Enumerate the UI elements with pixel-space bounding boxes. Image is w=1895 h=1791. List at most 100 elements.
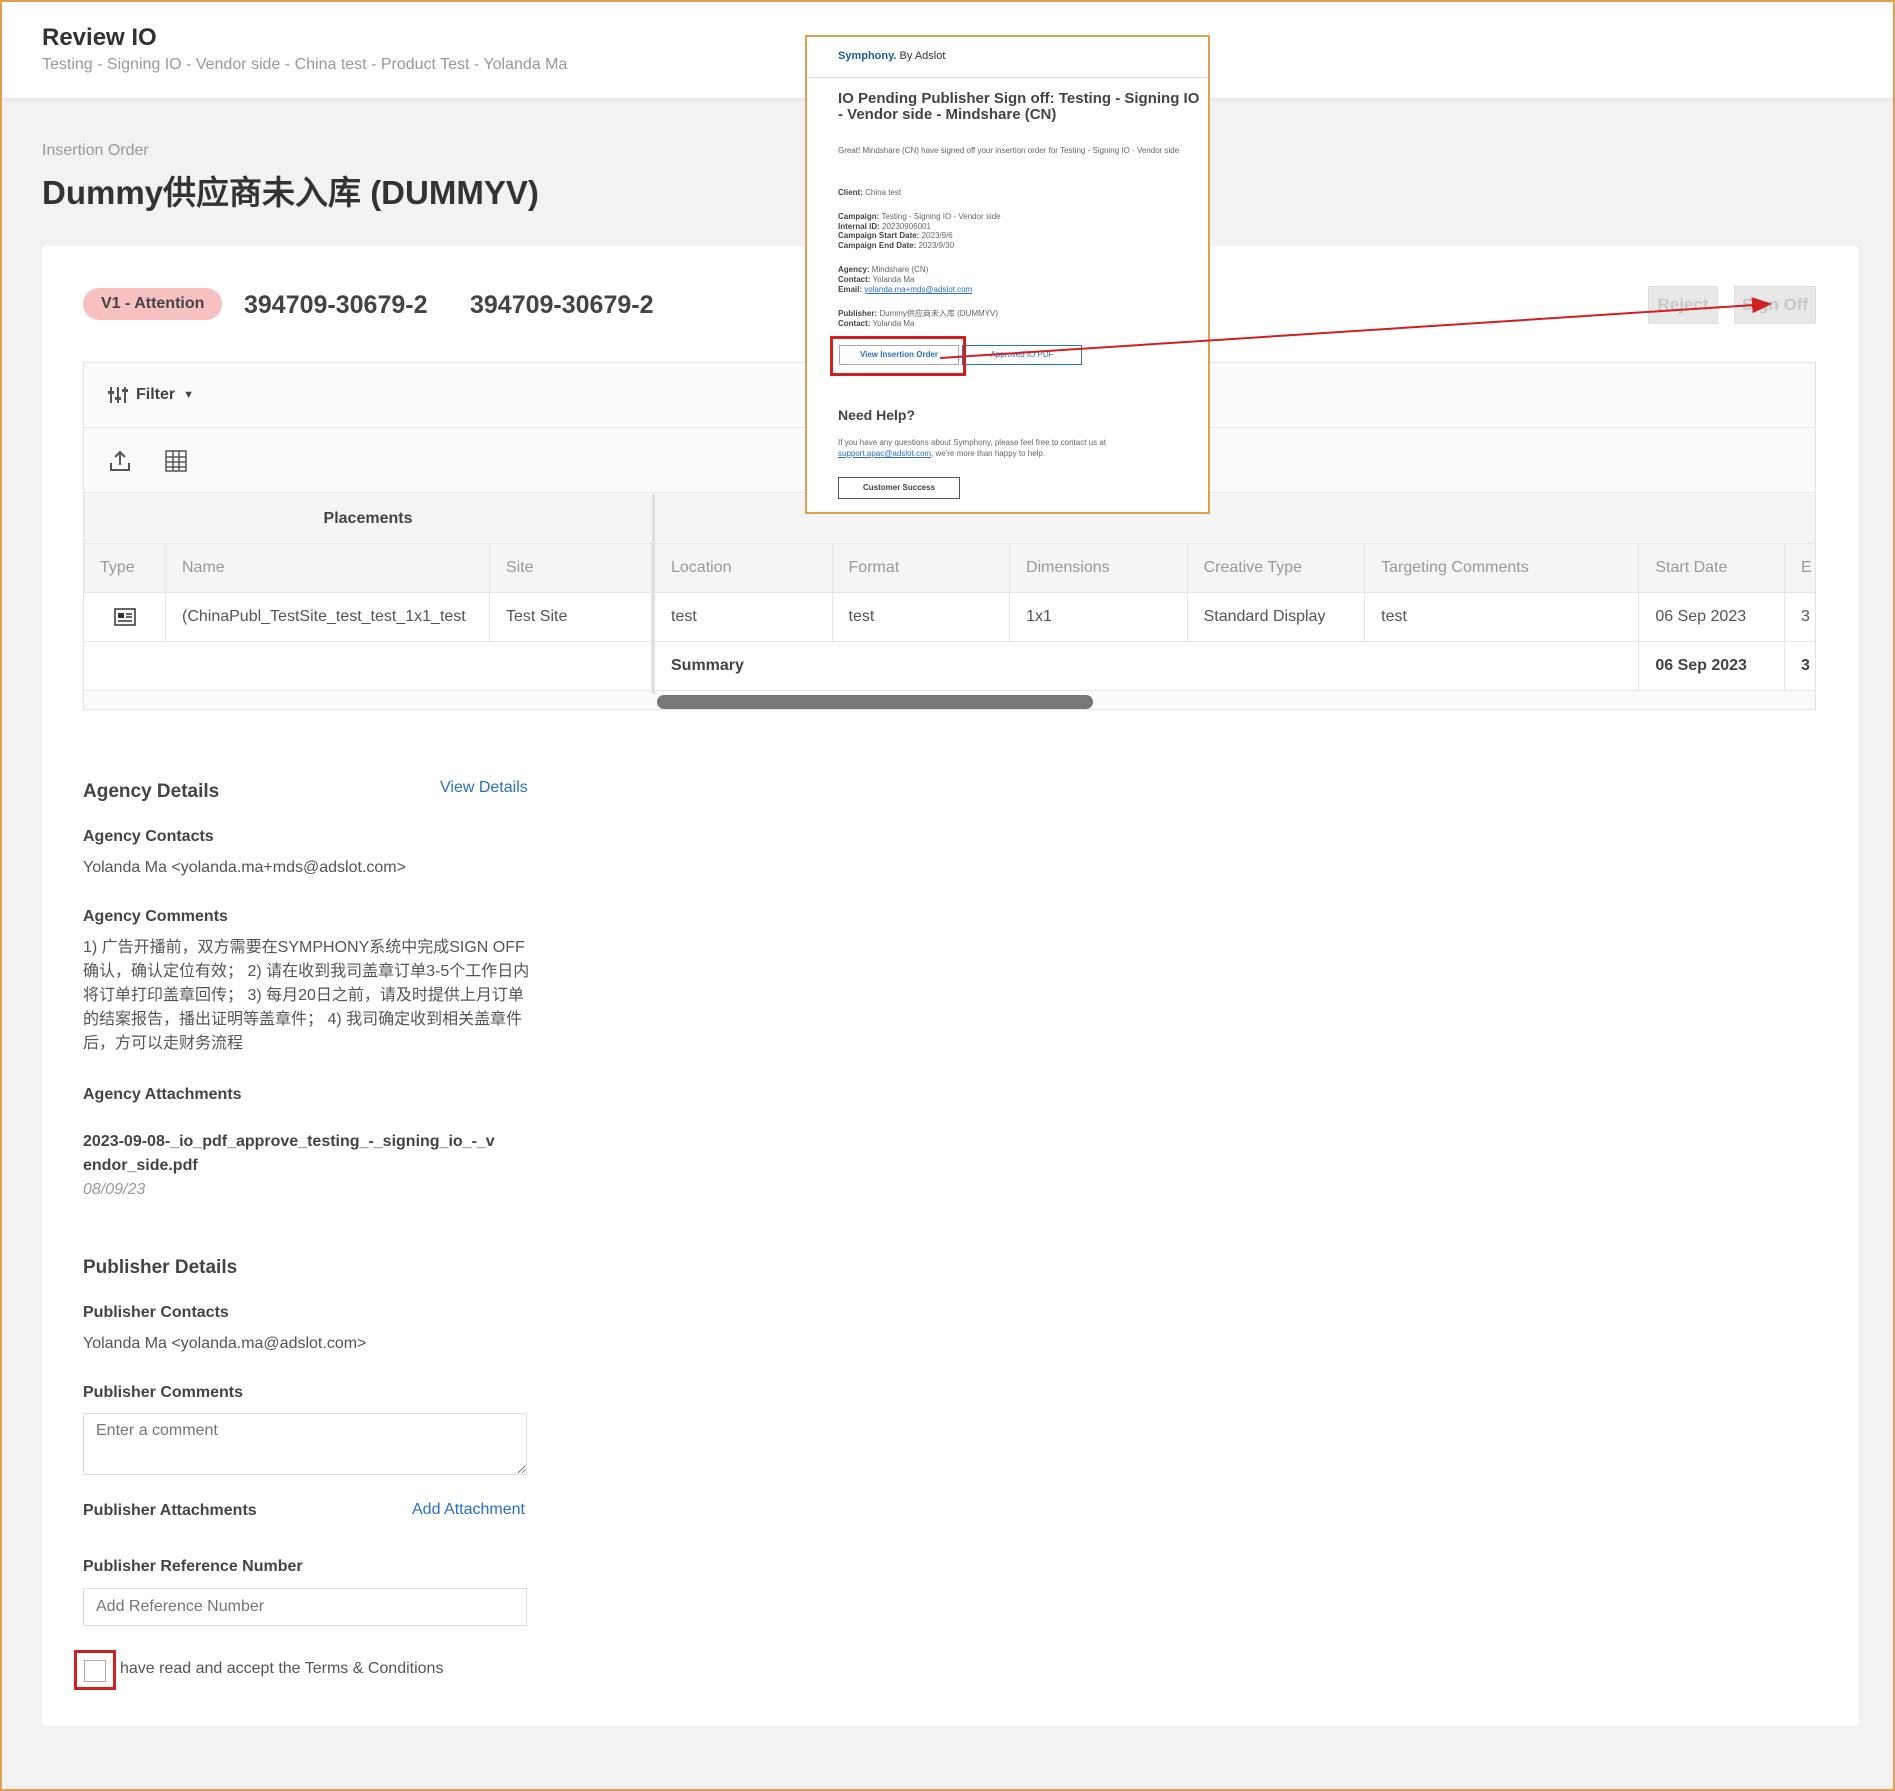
email-notification-overlay: Symphony. By Adslot IO Pending Publisher… bbox=[805, 35, 1210, 514]
filter-label: Filter bbox=[136, 386, 176, 403]
email-label: Email: bbox=[838, 285, 863, 294]
column-header-site[interactable]: Site bbox=[490, 544, 652, 592]
column-header-dimensions[interactable]: Dimensions bbox=[1010, 544, 1188, 592]
agency-comments-value: 1) 广告开播前，双方需要在SYMPHONY系统中完成SIGN OFF确认，确认… bbox=[83, 939, 530, 1052]
summary-row-left bbox=[84, 642, 652, 691]
export-upload-icon[interactable] bbox=[108, 449, 132, 473]
view-io-highlight bbox=[830, 336, 966, 376]
campaign-label: Campaign: bbox=[838, 212, 880, 221]
reject-button[interactable]: Reject bbox=[1648, 286, 1718, 324]
email-publisher-block: Publisher: Dummy供应商未入库 (DUMMYV) Contact:… bbox=[838, 309, 1203, 329]
end-date-value: 2023/9/30 bbox=[918, 241, 955, 250]
agency-attachment-date: 08/09/23 bbox=[83, 1181, 146, 1198]
table-header-row: Location Format Dimensions Creative Type… bbox=[655, 544, 1815, 593]
publisher-contacts-label: Publisher Contacts bbox=[83, 1304, 229, 1321]
logo-suffix: By Adslot bbox=[899, 50, 946, 62]
agency-attachment-file[interactable]: 2023-09-08-_io_pdf_approve_testing_-_sig… bbox=[83, 1130, 503, 1178]
add-attachment-link[interactable]: Add Attachment bbox=[412, 1501, 525, 1519]
agency-email-link[interactable]: yolanda.ma+mds@adslot.com bbox=[864, 285, 972, 294]
email-divider bbox=[807, 77, 1208, 78]
help-text-1: If you have any questions about Symphony… bbox=[838, 438, 1107, 447]
email-campaign-block: Campaign: Testing - Signing IO - Vendor … bbox=[838, 211, 1203, 251]
agency-attachments-label: Agency Attachments bbox=[83, 1086, 242, 1103]
placements-table-left: Placements Type Name Site (ChinaPubl_Tes… bbox=[84, 494, 652, 691]
page-title: Review IO bbox=[42, 24, 157, 51]
column-header-type[interactable]: Type bbox=[84, 544, 166, 592]
column-header-start-date[interactable]: Start Date bbox=[1639, 544, 1785, 592]
table-columns-icon[interactable] bbox=[164, 449, 188, 473]
publisher-comments-label: Publisher Comments bbox=[83, 1384, 244, 1401]
email-title: IO Pending Publisher Sign off: Testing -… bbox=[838, 90, 1200, 123]
column-header-location[interactable]: Location bbox=[655, 544, 833, 592]
column-header-targeting-comments[interactable]: Targeting Comments bbox=[1365, 544, 1640, 592]
summary-end-date: 3 bbox=[1785, 642, 1815, 690]
publisher-details-title: Publisher Details bbox=[83, 1257, 238, 1278]
agency-comments-label: Agency Comments bbox=[83, 908, 228, 925]
column-header-name[interactable]: Name bbox=[166, 544, 490, 592]
publisher-reference-label: Publisher Reference Number bbox=[83, 1558, 303, 1575]
agency-label: Agency: bbox=[838, 265, 870, 274]
targeting-comments-cell: test bbox=[1365, 593, 1640, 641]
status-badge: V1 - Attention bbox=[83, 288, 223, 320]
email-agency-block: Agency: Mindshare (CN) Contact: Yolanda … bbox=[838, 265, 1203, 295]
site-cell: Test Site bbox=[490, 593, 652, 641]
caret-down-icon: ▼ bbox=[183, 389, 195, 401]
table-row: test test 1x1 Standard Display test 06 S… bbox=[655, 593, 1815, 642]
contact-label: Contact: bbox=[838, 275, 871, 284]
table-row: (ChinaPubl_TestSite_test_test_1x1_test T… bbox=[84, 593, 652, 642]
publisher-comment-textarea[interactable] bbox=[83, 1413, 527, 1475]
column-header-creative-type[interactable]: Creative Type bbox=[1188, 544, 1366, 592]
internal-id-label: Internal ID: bbox=[838, 222, 880, 231]
publisher-value: Dummy供应商未入库 (DUMMYV) bbox=[879, 309, 999, 318]
help-text: If you have any questions about Symphony… bbox=[838, 437, 1203, 459]
help-text-2: , we're more than happy to help. bbox=[931, 449, 1046, 458]
customer-success-button[interactable]: Customer Success bbox=[838, 477, 960, 499]
approved-io-pdf-button[interactable]: Approved IO PDF bbox=[962, 345, 1082, 365]
agency-contacts-value: Yolanda Ma <yolanda.ma+mds@adslot.com> bbox=[83, 859, 406, 876]
client-value: China test bbox=[865, 188, 902, 197]
publisher-attachments-label: Publisher Attachments bbox=[83, 1502, 257, 1519]
location-cell: test bbox=[655, 593, 833, 641]
summary-row: Summary 06 Sep 2023 3 bbox=[655, 642, 1815, 691]
column-header-format[interactable]: Format bbox=[833, 544, 1011, 592]
creative-type-cell: Standard Display bbox=[1188, 593, 1366, 641]
horizontal-scrollbar[interactable] bbox=[657, 695, 1093, 709]
filter-button[interactable]: Filter ▼ bbox=[108, 385, 194, 405]
start-date-cell: 06 Sep 2023 bbox=[1639, 593, 1785, 641]
sign-off-button[interactable]: Sign Off bbox=[1734, 286, 1816, 324]
terms-checkbox[interactable] bbox=[84, 1660, 106, 1682]
view-details-link[interactable]: View Details bbox=[440, 779, 528, 797]
publisher-label: Publisher: bbox=[838, 309, 878, 318]
need-help-title: Need Help? bbox=[838, 407, 916, 423]
insertion-order-title: Dummy供应商未入库 (DUMMYV) bbox=[42, 174, 539, 211]
placements-table-right: Location Format Dimensions Creative Type… bbox=[655, 494, 1815, 691]
type-cell bbox=[84, 593, 166, 641]
end-date-label: Campaign End Date: bbox=[838, 241, 917, 250]
dimensions-cell: 1x1 bbox=[1010, 593, 1188, 641]
internal-id-value: 20230906001 bbox=[882, 222, 931, 231]
symphony-logo: Symphony. By Adslot bbox=[838, 50, 945, 62]
summary-empty-cell bbox=[84, 642, 652, 690]
publisher-contact-label: Contact: bbox=[838, 319, 871, 328]
agency-details-title: Agency Details bbox=[83, 781, 220, 802]
summary-label: Summary bbox=[655, 642, 1640, 690]
campaign-value: Testing - Signing IO - Vendor side bbox=[881, 212, 1001, 221]
format-cell: test bbox=[833, 593, 1011, 641]
filter-sliders-icon bbox=[108, 387, 128, 403]
logo-brand: Symphony. bbox=[838, 50, 897, 62]
client-label: Client: bbox=[838, 188, 863, 197]
support-email-link[interactable]: support.apac@adslot.com bbox=[838, 449, 931, 458]
column-header-end-date[interactable]: E bbox=[1785, 544, 1815, 592]
io-number-secondary: 394709-30679-2 bbox=[470, 291, 654, 319]
email-client-line: Client: China test bbox=[838, 187, 1203, 198]
io-number: 394709-30679-2 bbox=[244, 291, 428, 319]
start-date-value: 2023/9/6 bbox=[921, 231, 953, 240]
publisher-reference-input[interactable] bbox=[83, 1588, 527, 1626]
agency-contacts-label: Agency Contacts bbox=[83, 828, 214, 845]
insertion-order-label: Insertion Order bbox=[42, 142, 149, 159]
publisher-contacts-value: Yolanda Ma <yolanda.ma@adslot.com> bbox=[83, 1335, 367, 1352]
page-subtitle: Testing - Signing IO - Vendor side - Chi… bbox=[42, 56, 568, 73]
email-intro: Great! Mindshare (CN) have signed off yo… bbox=[838, 146, 1180, 155]
terms-label[interactable]: have read and accept the Terms & Conditi… bbox=[120, 1660, 443, 1678]
table-header-row: Type Name Site bbox=[84, 544, 652, 593]
